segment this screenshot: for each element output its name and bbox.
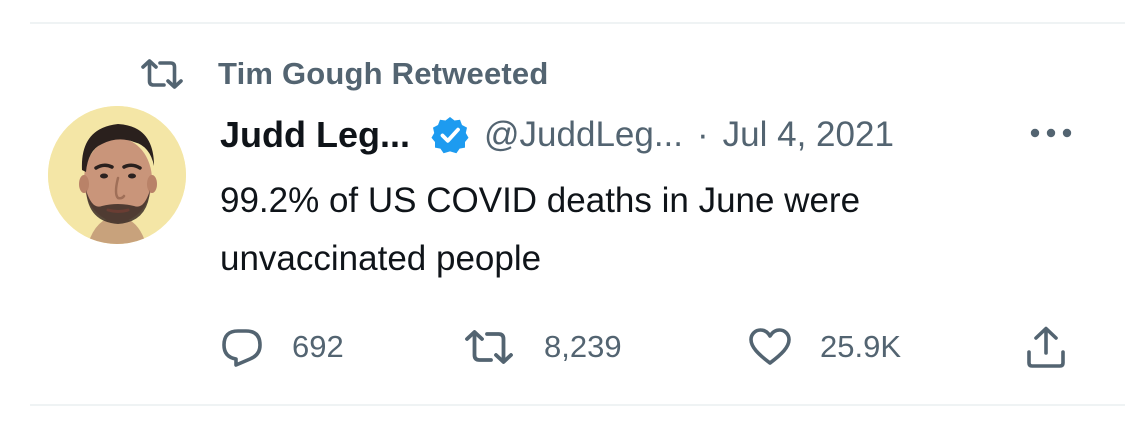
- heart-icon: [748, 327, 792, 367]
- more-options-icon[interactable]: [1026, 118, 1076, 148]
- like-count: 25.9K: [820, 329, 902, 364]
- retweet-icon: [140, 58, 184, 90]
- retweeted-by-label[interactable]: Tim Gough Retweeted: [218, 56, 548, 92]
- retweet-count: 8,239: [544, 329, 622, 364]
- reply-count: 692: [292, 329, 344, 364]
- tweet-header: Judd Leg... @JuddLeg... · Jul 4, 2021: [220, 110, 894, 160]
- like-button[interactable]: 25.9K: [748, 320, 901, 374]
- share-button[interactable]: [1024, 320, 1068, 374]
- reply-button[interactable]: 692: [220, 320, 344, 374]
- tweet-text-line-2: unvaccinated people: [220, 239, 542, 278]
- reply-icon: [220, 327, 264, 367]
- avatar[interactable]: [48, 106, 186, 244]
- verified-badge-icon: [430, 115, 470, 155]
- tweet-actions: 692 8,239 25.9K: [0, 320, 1125, 374]
- social-context: Tim Gough Retweeted: [140, 54, 548, 94]
- author-display-name[interactable]: Judd Leg...: [220, 114, 410, 156]
- author-handle[interactable]: @JuddLeg...: [484, 115, 683, 155]
- tweet-date[interactable]: Jul 4, 2021: [723, 115, 894, 155]
- retweet-button[interactable]: 8,239: [464, 320, 622, 374]
- retweet-icon: [464, 329, 514, 365]
- share-icon: [1024, 325, 1068, 369]
- tweet-text: 99.2% of US COVID deaths in June were un…: [220, 172, 1080, 288]
- tweet-text-line-1: 99.2% of US COVID deaths in June were: [220, 181, 861, 220]
- top-divider: [30, 22, 1125, 24]
- bottom-divider: [30, 404, 1125, 406]
- separator-dot: ·: [697, 115, 709, 154]
